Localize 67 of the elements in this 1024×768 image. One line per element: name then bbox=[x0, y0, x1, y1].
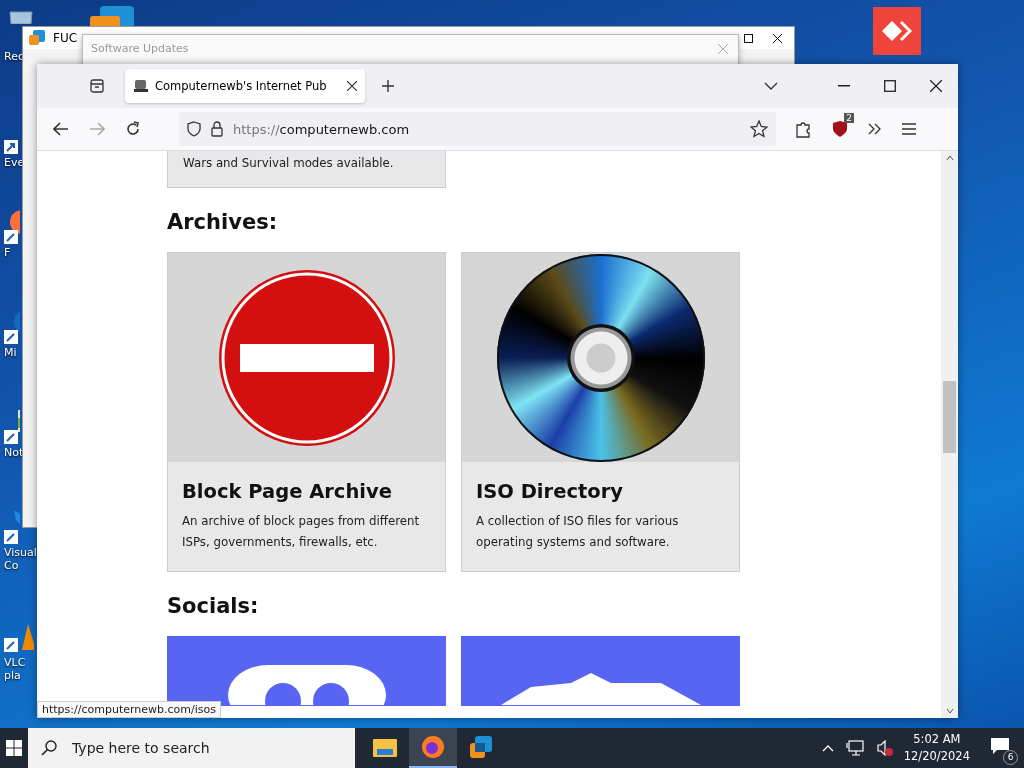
scrollbar[interactable] bbox=[941, 151, 958, 718]
search-bar[interactable]: Type here to search bbox=[28, 728, 355, 768]
window-title: FUC bbox=[53, 31, 78, 45]
clock-date[interactable]: 12/20/2024 bbox=[903, 748, 970, 765]
card-title: ISO Directory bbox=[476, 480, 624, 503]
chevron-down-icon[interactable] bbox=[764, 82, 778, 90]
section-heading: Socials: bbox=[167, 594, 260, 618]
card-title: Block Page Archive bbox=[182, 480, 393, 503]
double-chevron-icon[interactable] bbox=[868, 123, 882, 135]
count-badge: 2 bbox=[844, 113, 854, 123]
browser-tab[interactable]: Computernewb's Internet Pub bbox=[125, 69, 365, 103]
link-card[interactable] bbox=[461, 636, 740, 706]
app-icon[interactable] bbox=[469, 735, 493, 759]
link-card[interactable]: ISO Directory A collection of ISO files for various operating systems and software. bbox=[461, 252, 740, 572]
lock-icon[interactable] bbox=[211, 121, 223, 137]
tray-icon[interactable] bbox=[89, 78, 105, 94]
link-card[interactable]: Block Page Archive An archive of block pages from different ISPs, governments, firewalls, etc. bbox=[167, 252, 446, 572]
new-tab-icon[interactable] bbox=[381, 79, 395, 93]
folder-icon[interactable] bbox=[373, 737, 397, 757]
close-icon[interactable] bbox=[347, 81, 357, 91]
computer-icon bbox=[133, 78, 149, 94]
star-icon[interactable] bbox=[750, 120, 768, 138]
shortcut-icon[interactable] bbox=[4, 140, 18, 154]
link-status-tooltip: https://computernewb.com/isos bbox=[37, 701, 221, 718]
minimize-icon[interactable] bbox=[838, 85, 850, 87]
app-icon[interactable] bbox=[4, 210, 20, 244]
no-entry-icon bbox=[217, 268, 396, 447]
card-description: An archive of block pages from different ISPs, governments, firewalls, etc. bbox=[182, 513, 421, 551]
close-icon[interactable] bbox=[930, 80, 942, 92]
back-icon[interactable] bbox=[53, 122, 69, 136]
notification-icon[interactable] bbox=[990, 737, 1010, 755]
network-icon[interactable] bbox=[845, 740, 864, 756]
desktop-icon-label: F bbox=[4, 246, 11, 259]
maximize-icon[interactable] bbox=[744, 33, 753, 43]
close-icon[interactable] bbox=[773, 33, 782, 43]
menu-icon[interactable] bbox=[902, 123, 916, 135]
section-heading: Archives: bbox=[167, 210, 279, 234]
search-input[interactable]: Type here to search bbox=[70, 739, 324, 757]
scroll-down-icon[interactable] bbox=[945, 708, 954, 714]
desktop-icon-label: VLC pla bbox=[4, 656, 26, 682]
muted-speaker-icon[interactable] bbox=[875, 740, 894, 756]
clock-time[interactable]: 5:02 AM bbox=[913, 731, 961, 748]
address-bar[interactable]: https://computernewb.com bbox=[179, 112, 776, 146]
card-description: Wars and Survival modes available. bbox=[183, 155, 395, 172]
app-icon bbox=[29, 30, 45, 46]
desktop-icon-label: Visual Co bbox=[4, 546, 37, 572]
puzzle-icon[interactable] bbox=[796, 120, 812, 138]
app-icon[interactable] bbox=[4, 510, 20, 544]
maximize-icon[interactable] bbox=[884, 80, 896, 92]
card-description: A collection of ISO files for various operating systems and software. bbox=[476, 513, 680, 551]
desktop-icon-label: Rec bbox=[4, 50, 24, 63]
desktop-icon-label: Not bbox=[4, 446, 24, 459]
link-card[interactable] bbox=[167, 636, 446, 706]
taskbar-app[interactable] bbox=[409, 728, 457, 768]
count-badge: 6 bbox=[1003, 750, 1018, 765]
dialog-title: Software Updates bbox=[91, 42, 189, 55]
search-icon[interactable] bbox=[40, 739, 58, 757]
scroll-thumb[interactable] bbox=[943, 381, 956, 453]
forward-icon bbox=[89, 122, 105, 136]
url-text: https://computernewb.com bbox=[233, 121, 410, 137]
desktop-icon-label: Mi bbox=[4, 346, 17, 359]
reload-icon[interactable] bbox=[125, 121, 141, 137]
shield-icon[interactable] bbox=[832, 120, 848, 138]
scroll-up-icon[interactable] bbox=[945, 155, 954, 161]
chevron-up-icon[interactable] bbox=[821, 744, 834, 752]
shield-icon[interactable] bbox=[187, 121, 201, 137]
windows-start-icon[interactable] bbox=[6, 740, 22, 756]
